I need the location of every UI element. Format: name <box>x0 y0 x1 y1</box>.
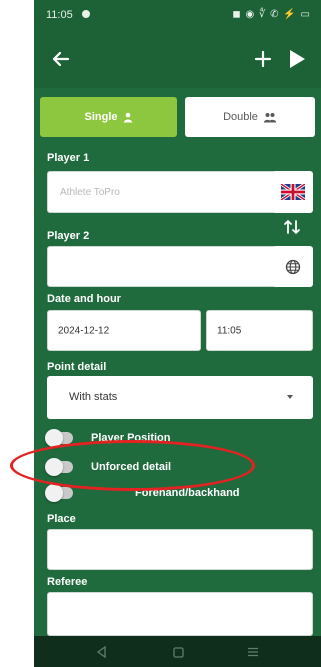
time-field[interactable]: 11:05 <box>206 310 313 351</box>
back-triangle-icon[interactable] <box>94 645 108 659</box>
double-player-icon <box>263 112 277 122</box>
player1-label: Player 1 <box>47 152 90 164</box>
menu-lines-icon[interactable] <box>246 645 260 659</box>
app-bar <box>34 30 321 88</box>
player1-input[interactable] <box>48 172 299 212</box>
point-detail-value: With stats <box>69 391 118 403</box>
player2-field[interactable] <box>47 246 300 287</box>
swap-vertical-icon[interactable] <box>283 218 301 236</box>
phone-screen: 11:05 ◼ ◉ ∜ ✆ ⚡ ▭ Single Double Player 1 <box>34 0 321 667</box>
tab-single-label: Single <box>84 111 118 123</box>
date-value: 2024-12-12 <box>58 325 110 336</box>
player2-input[interactable] <box>48 247 299 286</box>
red-annotation-ellipse <box>10 440 255 491</box>
referee-label: Referee <box>47 576 88 588</box>
player2-globe-button[interactable] <box>273 246 313 287</box>
referee-input[interactable] <box>48 593 312 635</box>
uk-flag-icon <box>281 184 305 200</box>
place-field[interactable] <box>47 529 313 570</box>
toggle-switch[interactable] <box>45 429 73 447</box>
single-player-icon <box>123 112 132 122</box>
match-type-tabs: Single Double <box>40 97 315 137</box>
status-bar: 11:05 ◼ ◉ ∜ ✆ ⚡ ▭ <box>34 0 321 30</box>
date-hour-label: Date and hour <box>47 293 121 305</box>
tab-single[interactable]: Single <box>40 97 177 137</box>
date-field[interactable]: 2024-12-12 <box>47 310 201 351</box>
status-time: 11:05 <box>46 9 73 21</box>
time-value: 11:05 <box>217 325 242 336</box>
back-arrow-icon[interactable] <box>48 46 74 72</box>
plus-icon[interactable] <box>250 46 276 72</box>
notification-dot-icon <box>82 10 90 18</box>
chevron-down-icon <box>287 395 293 399</box>
player1-field[interactable] <box>47 171 300 213</box>
play-icon[interactable] <box>284 46 310 72</box>
system-status-icons: ◼ ◉ ∜ ✆ ⚡ ▭ <box>232 9 311 20</box>
system-nav-bar <box>34 636 321 667</box>
place-label: Place <box>47 513 76 525</box>
referee-field[interactable] <box>47 592 313 636</box>
home-square-icon[interactable] <box>171 645 185 659</box>
place-input[interactable] <box>48 530 312 569</box>
toggle-switch[interactable] <box>45 484 73 502</box>
point-detail-select[interactable]: With stats <box>47 376 313 419</box>
tab-double-label: Double <box>223 111 258 123</box>
globe-icon <box>285 259 301 274</box>
point-detail-label: Point detail <box>47 361 107 373</box>
player2-label: Player 2 <box>47 230 90 242</box>
toggle-knob <box>45 484 63 502</box>
player1-flag-button[interactable] <box>273 171 313 213</box>
tab-double[interactable]: Double <box>185 97 315 137</box>
